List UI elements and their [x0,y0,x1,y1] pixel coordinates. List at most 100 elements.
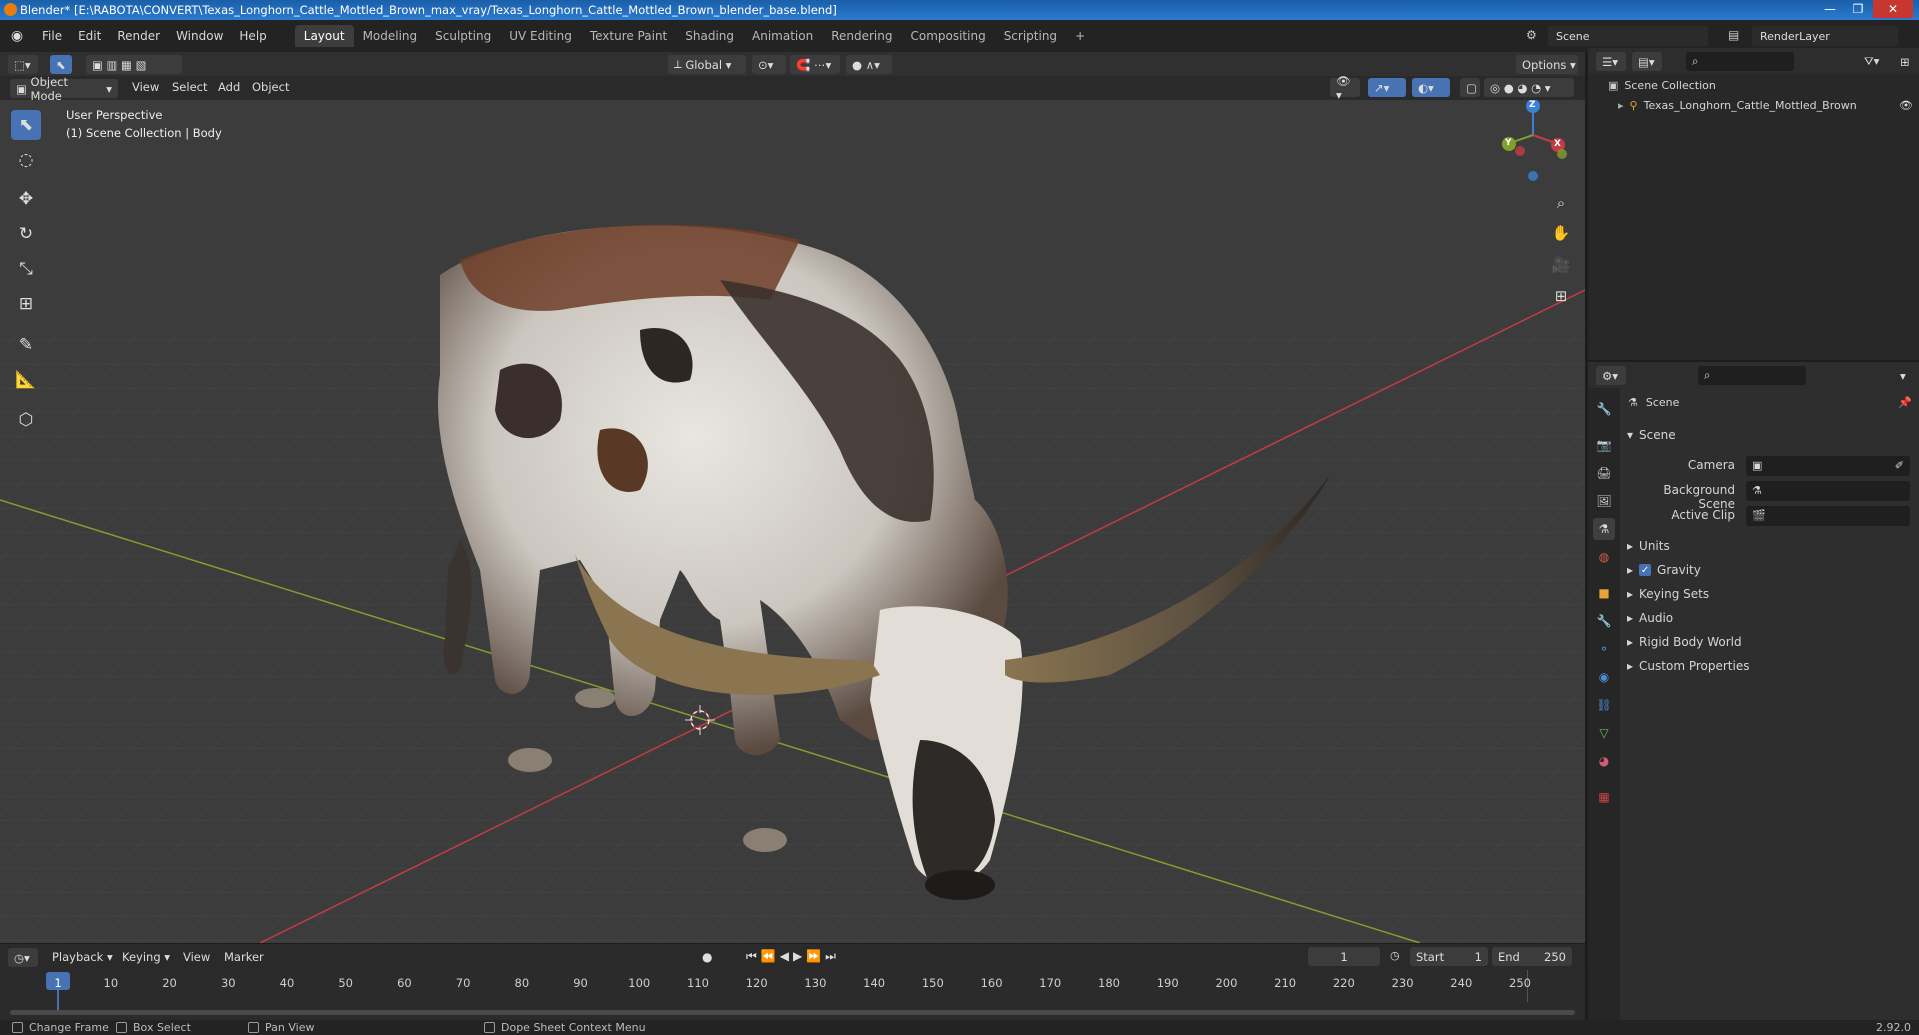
eye-icon[interactable]: 👁 [1899,99,1913,112]
tab-compositing[interactable]: Compositing [901,25,994,47]
camera-field[interactable]: ▣ ✐ [1746,456,1910,476]
viewport-menu-select[interactable]: Select [172,80,207,94]
object-mode-dropdown[interactable]: ▣ Object Mode ▾ [10,75,118,103]
shading-mode-icons[interactable]: ◎ ● ◕ ◔ ▾ [1484,78,1574,97]
measure-tool-icon[interactable]: 📐 [11,365,41,395]
options-dropdown[interactable]: Options ▾ [1516,55,1578,74]
tab-scripting[interactable]: Scripting [995,25,1066,47]
tab-shading[interactable]: Shading [676,25,743,47]
select-box-tool-icon[interactable]: ⬉ [11,110,41,140]
physics-tab-icon[interactable]: ◉ [1593,666,1615,688]
tool-tab-icon[interactable]: 🔧 [1593,398,1615,420]
renderlayer-field[interactable]: RenderLayer [1752,26,1898,46]
restore-button[interactable]: ❐ [1845,0,1871,18]
end-frame-field[interactable]: End 250 [1492,947,1572,966]
rigid-body-world-section[interactable]: ▸ Rigid Body World [1627,635,1742,649]
timeline-menu-view[interactable]: View [183,950,210,964]
tab-texture-paint[interactable]: Texture Paint [581,25,676,47]
view-layer-tab-icon[interactable]: 🖼 [1593,490,1615,512]
constraints-tab-icon[interactable]: ⛓ [1593,694,1615,716]
texture-tab-icon[interactable]: ▦ [1593,786,1615,808]
filter-icon[interactable]: ⛛▾ [1858,52,1888,71]
world-tab-icon[interactable]: ◍ [1593,546,1615,568]
overlays-toggle-icon[interactable]: ◐▾ [1412,78,1450,97]
audio-section[interactable]: ▸ Audio [1627,611,1673,625]
gravity-checkbox[interactable]: ✓ [1639,564,1652,576]
blender-menu-icon[interactable]: ◉ [0,28,34,44]
rotate-tool-icon[interactable]: ↻ [11,219,41,249]
outliner-editor-type-icon[interactable]: ☰▾ [1596,52,1626,71]
camera-view-icon[interactable]: 🎥 [1548,252,1574,278]
record-keyframe-icon[interactable]: ● [702,950,712,964]
eyedropper-icon[interactable]: ✐ [1895,459,1904,472]
menu-help[interactable]: Help [231,29,274,43]
timeline-scrollbar[interactable] [10,1010,1575,1015]
menu-file[interactable]: File [34,29,70,43]
gravity-section[interactable]: ▸ ✓ Gravity [1627,563,1701,577]
playback-controls[interactable]: ⏮⏪◀▶⏩⏭ [746,949,840,964]
background-scene-field[interactable]: ⚗ [1746,481,1910,501]
tab-layout[interactable]: Layout [294,25,354,47]
viewport-menu-object[interactable]: Object [252,80,289,94]
tab-modeling[interactable]: Modeling [354,25,427,47]
cursor-tool-icon[interactable]: ◌ [11,145,41,175]
snap-icon[interactable]: 🧲 ⋯▾ [790,55,840,74]
3d-viewport[interactable]: Z X Y [0,100,1585,943]
viewport-menu-add[interactable]: Add [218,80,240,94]
transform-orientation-dropdown[interactable]: ⟂ Global ▾ [668,55,746,74]
tab-uv-editing[interactable]: UV Editing [500,25,581,47]
pan-hand-icon[interactable]: ✋ [1548,220,1574,246]
pin-icon[interactable]: 📌 [1898,396,1912,409]
selection-mode-icons[interactable]: ▣ ▥ ▦ ▧ [86,55,182,74]
keying-sets-section[interactable]: ▸ Keying Sets [1627,587,1709,601]
timeline-menu-marker[interactable]: Marker [224,950,264,964]
tab-animation[interactable]: Animation [743,25,822,47]
annotate-tool-icon[interactable]: ✎ [11,330,41,360]
menu-edit[interactable]: Edit [70,29,109,43]
scene-tab-icon[interactable]: ⚗ [1593,518,1615,540]
scene-panel-header[interactable]: ▾ Scene [1627,428,1676,442]
material-tab-icon[interactable]: ◕ [1593,750,1615,772]
xray-toggle-icon[interactable]: ▢ [1460,78,1480,97]
pivot-point-icon[interactable]: ⊙▾ [752,55,786,74]
transform-tool-icon[interactable]: ⊞ [11,289,41,319]
tab-rendering[interactable]: Rendering [822,25,901,47]
visibility-icon[interactable]: 👁▾ [1330,74,1360,102]
active-clip-field[interactable]: 🎬 [1746,506,1910,526]
add-cube-tool-icon[interactable]: ⬡ [11,405,41,435]
object-tab-icon[interactable]: ■ [1593,582,1615,604]
start-frame-field[interactable]: Start 1 [1410,947,1488,966]
timeline-menu-keying[interactable]: Keying ▾ [122,950,170,964]
move-tool-icon[interactable]: ✥ [11,184,41,214]
modifier-tab-icon[interactable]: 🔧 [1593,610,1615,632]
custom-properties-section[interactable]: ▸ Custom Properties [1627,659,1749,673]
new-collection-icon[interactable]: ⊞ [1894,52,1914,71]
particles-tab-icon[interactable]: ⚬ [1593,638,1615,660]
select-tool-icon[interactable]: ⬉ [50,55,72,74]
gizmo-toggle-icon[interactable]: ↗▾ [1368,78,1406,97]
render-tab-icon[interactable]: 📷 [1593,434,1615,456]
renderlayer-icon[interactable]: ▤ [1728,28,1739,42]
expand-arrow-icon[interactable]: ▸ [1618,99,1624,112]
data-tab-icon[interactable]: ▽ [1593,722,1615,744]
outliner-object-row[interactable]: ▸ ⚲ Texas_Longhorn_Cattle_Mottled_Brown … [1618,99,1913,112]
scale-tool-icon[interactable]: ⤡ [11,254,41,284]
scene-selector-icon[interactable]: ⚙ [1526,28,1537,42]
units-section[interactable]: ▸ Units [1627,539,1670,553]
zoom-icon[interactable]: ⌕ [1548,190,1574,216]
properties-options-icon[interactable]: ▾ [1894,366,1914,385]
display-mode-icon[interactable]: ▤▾ [1632,52,1662,71]
outliner-scene-collection[interactable]: ▣ Scene Collection [1608,79,1716,92]
outliner-search-input[interactable]: ⌕ [1686,52,1794,71]
tab-sculpting[interactable]: Sculpting [426,25,500,47]
timeline-menu-playback[interactable]: Playback ▾ [52,950,113,964]
properties-editor-type-icon[interactable]: ⚙▾ [1596,366,1626,385]
add-workspace-button[interactable]: + [1066,25,1094,47]
preview-range-icon[interactable]: ◷ [1390,949,1400,962]
minimize-button[interactable]: — [1817,0,1843,18]
scene-name-field[interactable]: Scene [1548,26,1708,46]
timeline-editor-type-icon[interactable]: ◷▾ [8,948,38,967]
menu-window[interactable]: Window [168,29,231,43]
editor-type-icon[interactable]: ⬚▾ [8,55,38,74]
orthographic-toggle-icon[interactable]: ⊞ [1548,283,1574,309]
